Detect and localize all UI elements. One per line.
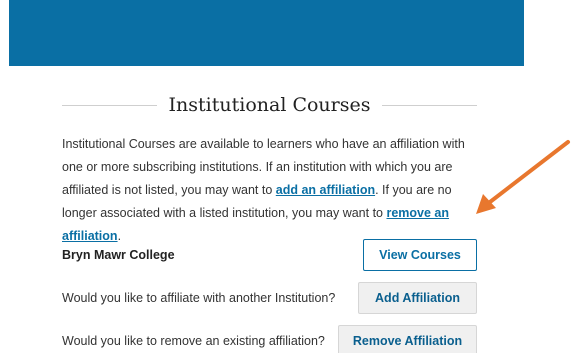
remove-affiliation-row: Would you like to remove an existing aff…: [62, 324, 477, 353]
institution-row: Bryn Mawr College View Courses: [62, 238, 477, 272]
section-heading: Institutional Courses: [62, 92, 478, 118]
annotation-arrow-icon: [476, 140, 570, 214]
page: Institutional Courses Institutional Cour…: [0, 0, 571, 353]
add-affiliation-row: Would you like to affiliate with another…: [62, 281, 477, 315]
remove-affiliation-prompt: Would you like to remove an existing aff…: [62, 334, 325, 348]
view-courses-button[interactable]: View Courses: [363, 239, 477, 271]
heading-rule-right: [382, 104, 478, 106]
add-affiliation-prompt: Would you like to affiliate with another…: [62, 291, 336, 305]
header-banner: [9, 0, 524, 66]
add-affiliation-button[interactable]: Add Affiliation: [358, 282, 477, 314]
institution-name: Bryn Mawr College: [62, 248, 175, 262]
intro-paragraph: Institutional Courses are available to l…: [62, 133, 482, 248]
remove-affiliation-button[interactable]: Remove Affiliation: [338, 325, 477, 353]
page-title: Institutional Courses: [168, 94, 371, 116]
heading-rule-left: [62, 104, 157, 106]
add-affiliation-link[interactable]: add an affiliation: [276, 183, 375, 197]
